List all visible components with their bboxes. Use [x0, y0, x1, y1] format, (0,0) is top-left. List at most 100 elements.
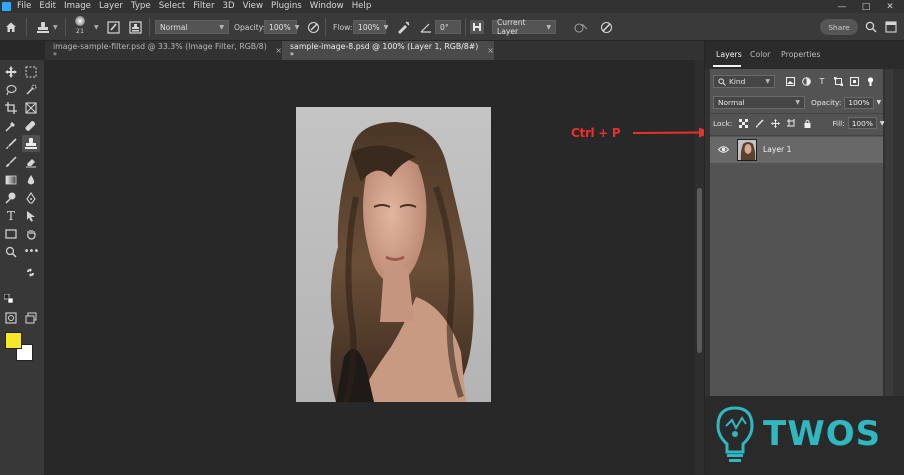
blend-mode-value: Normal	[718, 98, 745, 107]
move-tool-icon[interactable]	[2, 63, 20, 80]
tab-properties[interactable]: Properties	[781, 50, 820, 59]
layer-thumbnail[interactable]	[737, 139, 757, 161]
crop-tool-icon[interactable]	[2, 99, 20, 116]
blend-mode-dropdown[interactable]: Normal ▼	[713, 96, 805, 109]
lock-image-pixels-icon[interactable]	[754, 118, 764, 128]
fill-chevron-icon[interactable]: ▼	[880, 120, 885, 127]
canvas-scroll-thumb[interactable]	[697, 188, 702, 353]
frame-tool-icon[interactable]	[22, 99, 40, 116]
lock-transparent-pixels-icon[interactable]	[738, 118, 748, 128]
flow-label: Flow:	[333, 22, 353, 32]
brush-dropdown-chevron-icon[interactable]: ▼	[94, 19, 99, 35]
menu-3d[interactable]: 3D	[219, 0, 239, 13]
opacity-field[interactable]: 100% ▼	[264, 19, 299, 35]
sample-dropdown[interactable]: Current Layer ▼	[492, 18, 556, 36]
home-icon[interactable]	[5, 19, 17, 35]
watermark-text: TWOS	[763, 414, 882, 454]
document-image[interactable]	[296, 107, 491, 402]
eye-icon[interactable]	[717, 145, 730, 157]
menu-select[interactable]: Select	[155, 0, 190, 13]
lock-position-icon[interactable]	[770, 118, 780, 128]
menu-window[interactable]: Window	[306, 0, 348, 13]
zoom-tool-icon[interactable]	[2, 243, 20, 260]
path-selection-tool-icon[interactable]	[22, 207, 40, 224]
menu-help[interactable]: Help	[348, 0, 376, 13]
menu-file[interactable]: File	[13, 0, 35, 13]
share-button[interactable]: Share	[820, 19, 858, 35]
panel-tabs: Layers Color Properties	[705, 41, 904, 69]
angle-field[interactable]: 0°	[435, 19, 461, 35]
layer-name[interactable]: Layer 1	[763, 145, 791, 154]
more-tools-icon[interactable]: •••	[22, 243, 40, 260]
dodge-tool-icon[interactable]	[2, 189, 20, 206]
blur-tool-icon[interactable]	[22, 171, 40, 188]
swap-colors-icon[interactable]	[25, 267, 35, 277]
layer-row-layer-1[interactable]: Layer 1	[710, 137, 883, 163]
clone-stamp-tool-preset-icon[interactable]: ▼	[36, 19, 58, 35]
shape-filter-icon[interactable]	[833, 77, 843, 87]
shortcut-annotation-label: Ctrl + P	[571, 126, 621, 140]
lasso-tool-icon[interactable]	[2, 81, 20, 98]
toggle-brush-settings-icon[interactable]	[107, 19, 120, 35]
panel-scrollbar[interactable]	[885, 69, 893, 444]
minimize-icon[interactable]: —	[830, 0, 854, 13]
quick-selection-tool-icon[interactable]	[22, 81, 40, 98]
rectangle-tool-icon[interactable]	[2, 225, 20, 242]
pressure-size-icon[interactable]	[600, 19, 613, 35]
menu-bar: File Edit Image Layer Type Select Filter…	[0, 0, 904, 13]
menu-edit[interactable]: Edit	[35, 0, 60, 13]
close-tab-icon[interactable]: ×	[487, 46, 494, 55]
close-tab-icon[interactable]: ×	[275, 46, 282, 55]
tab-layers[interactable]: Layers	[716, 50, 742, 59]
layer-opacity-chevron-icon[interactable]: ▼	[877, 99, 882, 106]
menu-image[interactable]: Image	[60, 0, 95, 13]
foreground-color-swatch[interactable]	[5, 332, 22, 349]
menu-view[interactable]: View	[239, 0, 267, 13]
menu-filter[interactable]: Filter	[189, 0, 218, 13]
history-brush-tool-icon[interactable]	[2, 153, 20, 170]
clone-stamp-tool-icon[interactable]	[22, 135, 40, 152]
pixel-filter-icon[interactable]	[785, 77, 795, 87]
aligned-toggle-icon[interactable]	[470, 19, 484, 35]
mode-dropdown[interactable]: Normal ▼	[155, 19, 229, 35]
fill-field[interactable]: 100%	[847, 117, 877, 129]
gradient-tool-icon[interactable]	[2, 171, 20, 188]
eraser-tool-icon[interactable]	[22, 153, 40, 170]
tab-color[interactable]: Color	[750, 50, 770, 59]
layer-opacity-field[interactable]: 100%	[844, 96, 874, 109]
pen-tool-icon[interactable]	[22, 189, 40, 206]
menu-layer[interactable]: Layer	[95, 0, 127, 13]
brush-tool-icon[interactable]	[2, 135, 20, 152]
marquee-tool-icon[interactable]	[22, 63, 40, 80]
pressure-opacity-icon[interactable]	[307, 19, 320, 35]
adjustment-filter-icon[interactable]	[801, 77, 811, 87]
filter-toggle-icon[interactable]	[865, 77, 875, 87]
tab-image-sample-filter[interactable]: image-sample-filter.psd @ 33.3% (Image F…	[45, 41, 282, 60]
close-window-icon[interactable]: ✕	[878, 0, 902, 13]
document-tab-bar: image-sample-filter.psd @ 33.3% (Image F…	[45, 41, 704, 60]
menu-plugins[interactable]: Plugins	[267, 0, 306, 13]
maximize-icon[interactable]: □	[854, 0, 878, 13]
airbrush-icon[interactable]	[396, 19, 410, 35]
lock-artboard-icon[interactable]	[786, 118, 796, 128]
tab-sample-image-8[interactable]: sample-image-8.psd @ 100% (Layer 1, RGB/…	[282, 41, 494, 60]
smart-object-filter-icon[interactable]	[849, 77, 859, 87]
default-colors-icon[interactable]	[3, 293, 13, 303]
quick-mask-icon[interactable]	[2, 309, 20, 326]
filter-kind-dropdown[interactable]: Kind ▼	[713, 75, 775, 88]
brush-preset-picker[interactable]: 21	[75, 16, 85, 38]
workspace-icon[interactable]	[885, 19, 897, 35]
layer-opacity-label: Opacity:	[811, 98, 842, 107]
eyedropper-tool-icon[interactable]	[2, 117, 20, 134]
type-tool-icon[interactable]: T	[2, 207, 20, 224]
healing-brush-tool-icon[interactable]	[22, 117, 40, 134]
type-filter-icon[interactable]: T	[817, 77, 827, 87]
hand-tool-icon[interactable]	[22, 225, 40, 242]
lock-all-icon[interactable]	[802, 118, 812, 128]
ignore-adjustment-layers-icon[interactable]	[574, 19, 588, 35]
toggle-clone-source-icon[interactable]	[129, 19, 142, 35]
menu-type[interactable]: Type	[127, 0, 155, 13]
screen-mode-icon[interactable]	[22, 309, 40, 326]
search-icon[interactable]	[865, 19, 877, 35]
flow-field[interactable]: 100% ▼	[353, 19, 388, 35]
